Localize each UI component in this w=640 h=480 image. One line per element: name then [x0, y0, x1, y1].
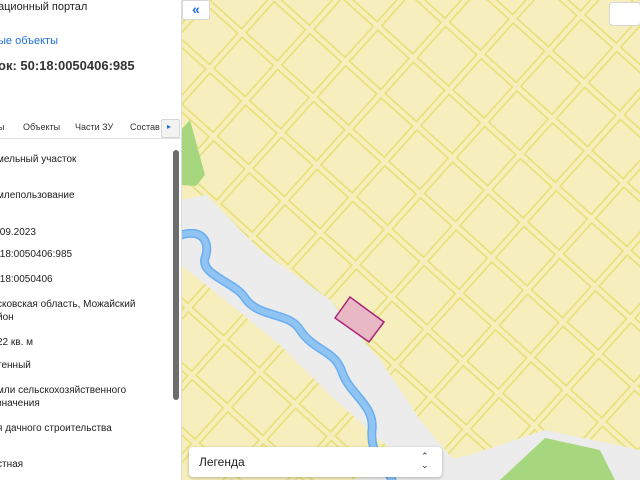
field-address-line2: йон [0, 312, 14, 323]
tab-general[interactable]: ы [0, 122, 4, 132]
field-cadastral-number: :18:0050406:985 [0, 249, 73, 260]
field-area: 22 кв. м [0, 337, 34, 348]
portal-title: ационный портал [0, 1, 88, 13]
double-chevron-left-icon: « [192, 1, 200, 17]
field-quarter: :18:0050406 [0, 274, 53, 285]
field-category-line2: значения [0, 398, 40, 409]
chevron-right-icon: ▸ [167, 122, 172, 131]
chevron-updown-icon: ⌃ ⌄ [421, 451, 429, 470]
field-object-type: мельный участок [0, 154, 77, 165]
collapse-panel-button[interactable]: « [182, 0, 210, 20]
tab-composition[interactable]: Состав [130, 122, 160, 132]
field-status: тенный [0, 360, 31, 371]
map-control-button[interactable] [609, 2, 640, 26]
related-objects-link[interactable]: ые объекты [0, 35, 58, 47]
legend-label: Легенда [199, 455, 245, 469]
field-date: .09.2023 [0, 227, 36, 238]
tab-objects[interactable]: Объекты [23, 122, 60, 132]
map-canvas[interactable] [181, 0, 640, 480]
cadastral-map[interactable] [181, 0, 640, 480]
info-tabs: ы Объекты Части ЗУ Состав ▸ [0, 118, 181, 139]
field-category-line1: мли сельскохозяйственного [0, 385, 127, 396]
tab-parcel-parts[interactable]: Части ЗУ [75, 122, 113, 132]
legend-dropdown[interactable]: Легенда ⌃ ⌄ [189, 447, 442, 477]
field-ownership: стная [0, 459, 24, 470]
parcel-title: ок: 50:18:0050406:985 [0, 58, 135, 73]
info-panel: ационный портал ые объекты ок: 50:18:005… [0, 0, 182, 480]
next-tabs-button[interactable]: ▸ [161, 119, 180, 138]
field-permitted-use: я дачного строительства [0, 423, 112, 434]
panel-scrollbar[interactable] [173, 150, 179, 400]
field-address-line1: сковская область, Можайский [0, 299, 136, 310]
field-object-subtype: млепользование [0, 190, 75, 201]
